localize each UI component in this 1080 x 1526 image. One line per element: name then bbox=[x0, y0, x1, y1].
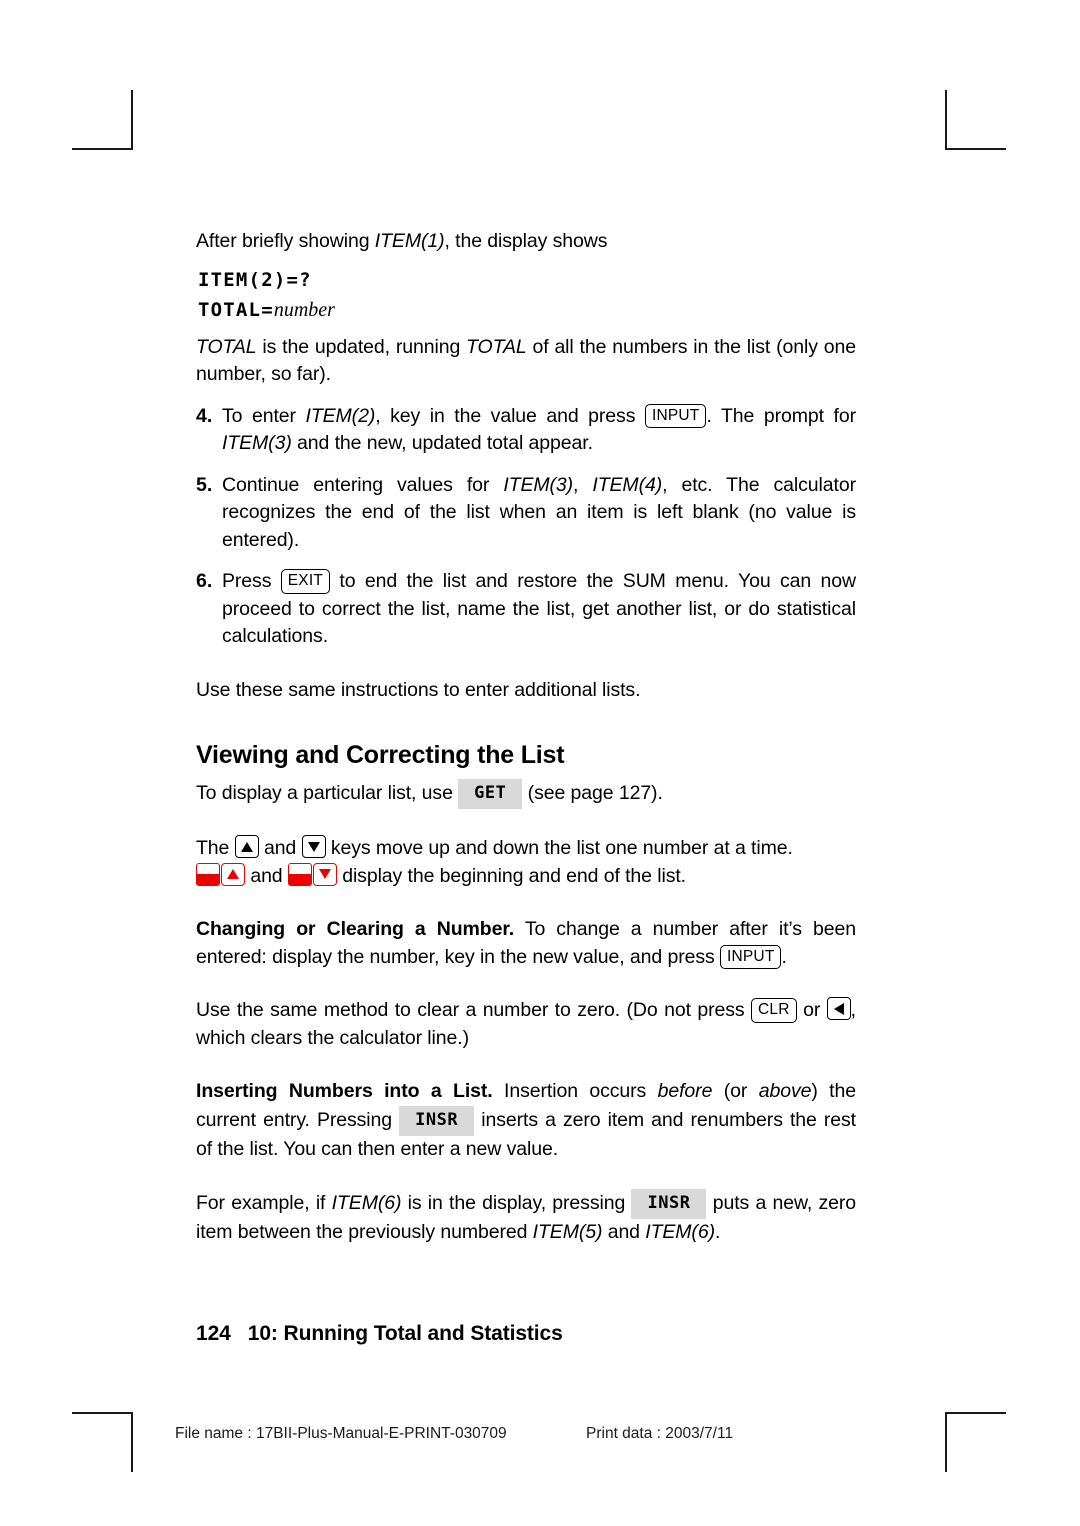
inserting-example-paragraph: For example, if ITEM(6) is in the displa… bbox=[196, 1189, 856, 1247]
section-heading: Viewing and Correcting the List bbox=[196, 741, 565, 769]
changing-number-title: Changing or Clearing a Number. bbox=[196, 918, 515, 940]
total-text-1: is the updated, running bbox=[256, 335, 467, 358]
example-item-ref-3: ITEM(6) bbox=[645, 1221, 715, 1243]
crop-mark-top-left-horizontal bbox=[72, 148, 133, 150]
clr-key[interactable]: CLR bbox=[751, 998, 797, 1023]
example-text-2: is in the display, pressing bbox=[401, 1192, 632, 1214]
step5-item-ref-2: ITEM(4) bbox=[592, 473, 663, 496]
crop-mark-top-right-horizontal bbox=[945, 148, 1006, 150]
total-term-1: TOTAL bbox=[196, 335, 257, 358]
total-description-paragraph: TOTAL is the updated, running TOTAL of a… bbox=[196, 334, 856, 389]
step-number: 4. bbox=[196, 404, 213, 427]
inserting-numbers-paragraph: Inserting Numbers into a List. Insertion… bbox=[196, 1078, 856, 1163]
crop-mark-bottom-left-horizontal bbox=[72, 1412, 133, 1414]
shifted-down-arrow-key-icon[interactable] bbox=[312, 862, 337, 886]
step4-item-ref-2: ITEM(3) bbox=[222, 432, 292, 454]
red-shift-key-icon-2[interactable] bbox=[287, 862, 312, 886]
step-number: 5. bbox=[196, 473, 213, 496]
step-number: 6. bbox=[196, 570, 213, 592]
get-menu-key[interactable]: GET bbox=[458, 779, 523, 809]
page-content: After briefly showing ITEM(1), the displ… bbox=[196, 228, 856, 1247]
changing-text-2: . bbox=[781, 945, 787, 968]
arrows-text-5: display the beginning and end of the lis… bbox=[336, 864, 686, 887]
inserting-text-2: (or bbox=[712, 1080, 759, 1102]
step4-text-3: . The prompt for bbox=[706, 404, 856, 427]
backspace-key-icon[interactable] bbox=[826, 997, 851, 1020]
step4-text-2: , key in the value and press bbox=[375, 404, 645, 427]
additional-lists-paragraph: Use these same instructions to enter add… bbox=[196, 678, 641, 701]
inserting-emph-before: before bbox=[657, 1080, 713, 1102]
step4-item-ref-1: ITEM(2) bbox=[305, 404, 376, 427]
step4-text-1: To enter bbox=[222, 404, 306, 427]
changing-number-paragraph: Changing or Clearing a Number. To change… bbox=[196, 916, 856, 971]
example-text-4: and bbox=[602, 1221, 646, 1243]
clearing-number-paragraph: Use the same method to clear a number to… bbox=[196, 997, 856, 1052]
clearing-text-2: or bbox=[796, 999, 827, 1021]
inserting-numbers-title: Inserting Numbers into a List. bbox=[196, 1080, 493, 1102]
intro-lead-text-1: After briefly showing bbox=[196, 230, 375, 252]
insr-menu-key[interactable]: INSR bbox=[399, 1105, 475, 1136]
display-total-label: TOTAL= bbox=[198, 298, 274, 321]
step5-item-ref-1: ITEM(3) bbox=[503, 473, 574, 496]
crop-mark-bottom-right-horizontal bbox=[945, 1412, 1006, 1414]
step-text: To enter ITEM(2), key in the value and p… bbox=[222, 403, 856, 458]
step-text: Continue entering values for ITEM(3), IT… bbox=[222, 472, 856, 555]
red-shift-key-icon[interactable] bbox=[196, 862, 220, 886]
intro-lead-item-ref: ITEM(1) bbox=[374, 230, 445, 252]
clearing-text-1: Use the same method to clear a number to… bbox=[196, 999, 751, 1021]
inserting-emph-above: above bbox=[758, 1080, 812, 1102]
step-text: Press EXIT to end the list and restore t… bbox=[222, 568, 856, 651]
input-key[interactable]: INPUT bbox=[644, 403, 707, 428]
step-item-5: 5. Continue entering values for ITEM(3),… bbox=[196, 472, 856, 555]
arrow-keys-paragraph: The and keys move up and down the list o… bbox=[196, 835, 856, 890]
display-line-total: TOTAL=number bbox=[198, 295, 856, 325]
shifted-up-arrow-key-icon[interactable] bbox=[221, 862, 245, 886]
crop-mark-top-right-vertical bbox=[945, 90, 947, 150]
step5-text-2: , bbox=[573, 473, 593, 496]
insr-menu-key-2[interactable]: INSR bbox=[631, 1189, 707, 1219]
crop-mark-bottom-right-vertical bbox=[945, 1412, 947, 1472]
get-text-2: (see page 127). bbox=[522, 782, 663, 804]
example-item-ref-1: ITEM(6) bbox=[331, 1192, 402, 1214]
example-text-5: . bbox=[714, 1221, 721, 1243]
display-line-item-prompt: ITEM(2)=? bbox=[198, 268, 312, 291]
get-text-1: To display a particular list, use bbox=[196, 782, 459, 804]
crop-mark-bottom-left-vertical bbox=[131, 1412, 133, 1472]
step-item-6: 6. Press EXIT to end the list and restor… bbox=[196, 568, 856, 651]
print-slug-filename: File name : 17BII-Plus-Manual-E-PRINT-03… bbox=[175, 1425, 507, 1442]
up-arrow-key-icon[interactable] bbox=[234, 835, 259, 858]
input-key-2[interactable]: INPUT bbox=[719, 944, 782, 969]
arrows-text-4: and bbox=[245, 864, 288, 887]
step6-text-1: Press bbox=[222, 570, 281, 592]
chapter-title: 10: Running Total and Statistics bbox=[247, 1322, 563, 1345]
page-number: 124 bbox=[196, 1322, 231, 1345]
exit-key[interactable]: EXIT bbox=[280, 569, 331, 594]
print-slug-date: Print data : 2003/7/11 bbox=[586, 1425, 734, 1442]
intro-lead-text-2: , the display shows bbox=[444, 230, 608, 252]
crop-mark-top-left-vertical bbox=[131, 90, 133, 150]
total-term-2: TOTAL bbox=[466, 335, 527, 358]
arrows-text-2: and bbox=[258, 837, 302, 859]
arrows-text-3: keys move up and down the list one numbe… bbox=[325, 837, 793, 859]
page-footer: 124 10: Running Total and Statistics bbox=[196, 1322, 563, 1346]
example-text-1: For example, if bbox=[196, 1192, 332, 1214]
display-total-value: number bbox=[273, 298, 335, 321]
arrows-text-1: The bbox=[196, 837, 235, 859]
example-item-ref-2: ITEM(5) bbox=[532, 1221, 603, 1243]
step5-text-1: Continue entering values for bbox=[222, 473, 504, 496]
step4-text-4: and the new, updated total appear. bbox=[291, 432, 593, 454]
intro-lead-paragraph: After briefly showing ITEM(1), the displ… bbox=[196, 228, 856, 256]
step-item-4: 4. To enter ITEM(2), key in the value an… bbox=[196, 403, 856, 458]
get-list-paragraph: To display a particular list, use GET (s… bbox=[196, 779, 856, 809]
inserting-text-1: Insertion occurs bbox=[492, 1080, 658, 1102]
down-arrow-key-icon[interactable] bbox=[301, 835, 326, 858]
